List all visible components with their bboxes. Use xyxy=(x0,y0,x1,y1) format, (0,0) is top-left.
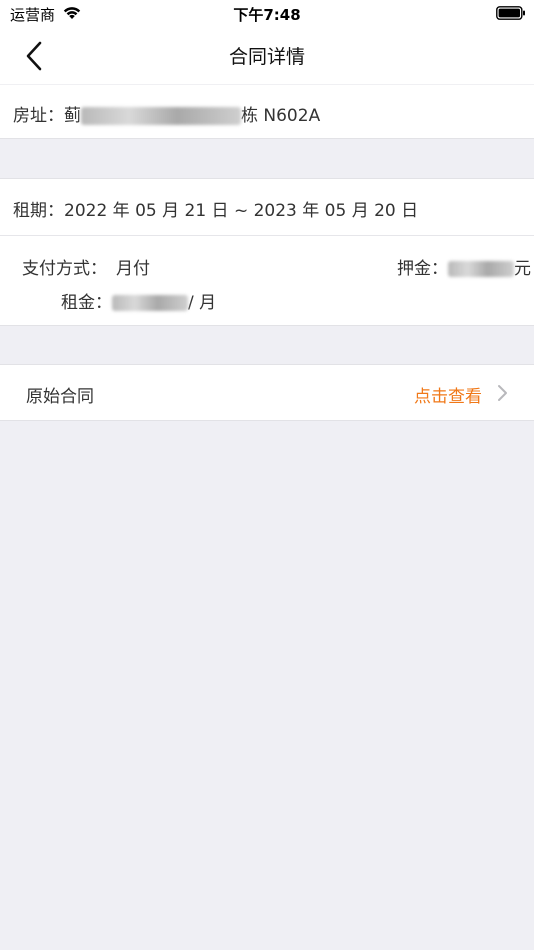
status-bar: 运营商 下午7:48 xyxy=(0,0,534,28)
battery-icon xyxy=(496,6,525,20)
payment-method-value: 月付 xyxy=(116,259,150,279)
page-title: 合同详情 xyxy=(228,46,305,68)
deposit-redacted xyxy=(448,261,514,277)
rent: 租金： / 月 xyxy=(61,288,216,313)
deposit: 押金： 元 xyxy=(397,254,531,279)
lease-period: 租期：2022 年 05 月 21 日 ~ 2023 年 05 月 20 日 xyxy=(13,201,419,221)
address-redacted xyxy=(81,107,241,125)
deposit-label: 押金： xyxy=(397,259,448,279)
status-time: 下午7:48 xyxy=(233,6,301,24)
payment-method-label: 支付方式： xyxy=(22,259,107,279)
original-contract-label: 原始合同 xyxy=(26,387,94,407)
lease-details-card: 租期：2022 年 05 月 21 日 ~ 2023 年 05 月 20 日 支… xyxy=(0,178,534,326)
address-label: 房址： xyxy=(13,106,64,126)
address-value: 蓟 栋 N602A xyxy=(64,101,320,126)
chevron-right-icon xyxy=(498,385,507,401)
deposit-unit: 元 xyxy=(514,259,531,279)
address-row: 房址： 蓟 栋 N602A xyxy=(0,84,534,139)
address-prefix: 蓟 xyxy=(64,106,81,126)
divider xyxy=(0,235,534,236)
original-contract-row[interactable]: 原始合同 点击查看 xyxy=(0,364,534,421)
navigation-bar: 合同详情 xyxy=(0,28,534,84)
rent-unit: / 月 xyxy=(188,293,217,313)
view-contract-link[interactable]: 点击查看 xyxy=(414,382,482,407)
address-suffix: 栋 N602A xyxy=(241,106,321,126)
rent-redacted xyxy=(112,295,188,311)
rent-label: 租金： xyxy=(61,293,112,313)
